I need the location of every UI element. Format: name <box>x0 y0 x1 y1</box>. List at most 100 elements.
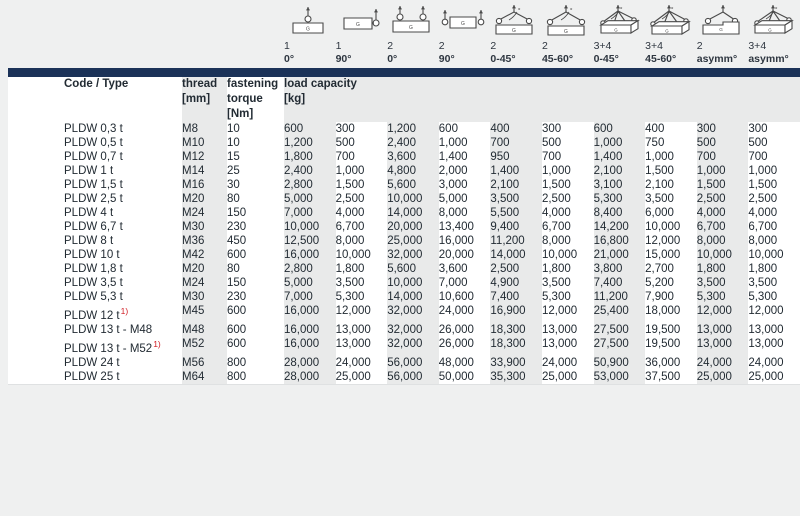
load-capacity-table: Code / Type thread [mm] fastening torque… <box>8 77 800 385</box>
cell-load-capacity-10: 10,000 <box>748 248 800 262</box>
cell-fastening-torque: 600 <box>227 323 284 337</box>
svg-text:G: G <box>356 22 360 28</box>
footnote-marker: 1) <box>121 306 129 316</box>
cell-load-capacity-7: 600 <box>594 122 646 136</box>
cell-load-capacity-5: 16,900 <box>490 304 542 323</box>
cell-load-capacity-5: 1,400 <box>490 164 542 178</box>
cell-load-capacity-2: 10,000 <box>336 248 388 262</box>
cell-fastening-torque: 800 <box>227 370 284 385</box>
cell-load-capacity-4: 3,600 <box>439 262 491 276</box>
cell-load-capacity-2: 8,000 <box>336 234 388 248</box>
code-type-label: PLDW 8 t <box>64 235 113 247</box>
cell-load-capacity-7: 2,100 <box>594 164 646 178</box>
cell-load-capacity-10: 8,000 <box>748 234 800 248</box>
cell-load-capacity-7: 3,800 <box>594 262 646 276</box>
pictogram-angle-label: 0-45° <box>490 53 515 66</box>
sling-1-leg-90deg-icon: G <box>336 4 384 38</box>
cell-load-capacity-8: 19,500 <box>645 323 697 337</box>
cell-load-capacity-3: 14,000 <box>387 206 439 220</box>
pictogram-column-9: G2asymm° <box>697 0 749 68</box>
cell-load-capacity-5: 18,300 <box>490 337 542 356</box>
cell-load-capacity-1: 5,000 <box>284 192 336 206</box>
code-type-label: PLDW 4 t <box>64 207 113 219</box>
cell-load-capacity-5: 3,500 <box>490 192 542 206</box>
pictogram-leg-count: 2 <box>697 40 703 53</box>
code-type-label: PLDW 3,5 t <box>64 277 123 289</box>
table-header: Code / Type thread [mm] fastening torque… <box>8 77 800 122</box>
cell-load-capacity-2: 25,000 <box>336 370 388 385</box>
cell-thread: M14 <box>182 164 227 178</box>
cell-load-capacity-2: 6,700 <box>336 220 388 234</box>
cell-load-capacity-6: 4,000 <box>542 206 594 220</box>
pictogram-angle-label: 45-60° <box>542 53 573 66</box>
cell-code-type: PLDW 0,7 t <box>8 150 182 164</box>
cell-load-capacity-10: 24,000 <box>748 356 800 370</box>
cell-load-capacity-6: 25,000 <box>542 370 594 385</box>
cell-load-capacity-9: 300 <box>697 122 749 136</box>
cell-load-capacity-10: 13,000 <box>748 323 800 337</box>
cell-load-capacity-1: 10,000 <box>284 220 336 234</box>
cell-thread: M56 <box>182 356 227 370</box>
cell-thread: M20 <box>182 192 227 206</box>
cell-load-capacity-7: 1,400 <box>594 150 646 164</box>
cell-load-capacity-3: 32,000 <box>387 304 439 323</box>
cell-fastening-torque: 80 <box>227 262 284 276</box>
cell-load-capacity-9: 500 <box>697 136 749 150</box>
sling-3-4-leg-0-45deg-icon: αG <box>594 4 642 38</box>
cell-load-capacity-6: 13,000 <box>542 323 594 337</box>
cell-thread: M30 <box>182 290 227 304</box>
cell-load-capacity-5: 5,500 <box>490 206 542 220</box>
code-type-label: PLDW 13 t - M52 <box>64 343 152 355</box>
cell-load-capacity-9: 10,000 <box>697 248 749 262</box>
svg-text:α: α <box>570 6 573 11</box>
code-type-label: PLDW 0,3 t <box>64 123 123 135</box>
cell-load-capacity-6: 2,500 <box>542 192 594 206</box>
torque-header-line3: [Nm] <box>227 108 253 120</box>
cell-load-capacity-6: 300 <box>542 122 594 136</box>
sling-2-leg-0-45deg-icon: αG <box>490 4 538 38</box>
cell-load-capacity-7: 27,500 <box>594 337 646 356</box>
thread-header-line2: [mm] <box>182 93 210 105</box>
cell-load-capacity-9: 2,500 <box>697 192 749 206</box>
cell-load-capacity-2: 24,000 <box>336 356 388 370</box>
cell-load-capacity-10: 500 <box>748 136 800 150</box>
cell-load-capacity-9: 13,000 <box>697 323 749 337</box>
table-row: PLDW 0,7 tM12151,8007003,6001,4009507001… <box>8 150 800 164</box>
cell-load-capacity-4: 16,000 <box>439 234 491 248</box>
cell-load-capacity-5: 18,300 <box>490 323 542 337</box>
svg-text:α: α <box>775 5 778 10</box>
cell-code-type: PLDW 3,5 t <box>8 276 182 290</box>
pictogram-angle-label: 90° <box>439 53 455 66</box>
cell-load-capacity-5: 7,400 <box>490 290 542 304</box>
cell-load-capacity-9: 13,000 <box>697 337 749 356</box>
cell-load-capacity-1: 12,500 <box>284 234 336 248</box>
cell-load-capacity-8: 1,000 <box>645 150 697 164</box>
cell-load-capacity-4: 26,000 <box>439 337 491 356</box>
cell-fastening-torque: 10 <box>227 122 284 136</box>
cell-load-capacity-6: 24,000 <box>542 356 594 370</box>
svg-text:G: G <box>665 28 669 33</box>
cell-load-capacity-1: 16,000 <box>284 248 336 262</box>
cell-load-capacity-10: 1,000 <box>748 164 800 178</box>
cell-thread: M20 <box>182 262 227 276</box>
pictogram-leg-count: 2 <box>387 40 393 53</box>
cell-thread: M24 <box>182 276 227 290</box>
cell-load-capacity-9: 4,000 <box>697 206 749 220</box>
cell-load-capacity-4: 50,000 <box>439 370 491 385</box>
cell-load-capacity-10: 25,000 <box>748 370 800 385</box>
cell-code-type: PLDW 12 t1) <box>8 304 182 323</box>
cell-thread: M8 <box>182 122 227 136</box>
table-row: PLDW 5,3 tM302307,0005,30014,00010,6007,… <box>8 290 800 304</box>
cell-load-capacity-8: 6,000 <box>645 206 697 220</box>
cell-load-capacity-10: 2,500 <box>748 192 800 206</box>
sling-3-4-leg-45-60deg-icon: αG <box>645 4 693 38</box>
cell-load-capacity-7: 16,800 <box>594 234 646 248</box>
cell-load-capacity-2: 5,300 <box>336 290 388 304</box>
cell-load-capacity-1: 2,800 <box>284 262 336 276</box>
cell-load-capacity-8: 36,000 <box>645 356 697 370</box>
cell-load-capacity-2: 1,000 <box>336 164 388 178</box>
sling-3-4-leg-asymmetric-icon: αG <box>748 4 796 38</box>
cell-thread: M45 <box>182 304 227 323</box>
cell-load-capacity-3: 20,000 <box>387 220 439 234</box>
cell-load-capacity-8: 15,000 <box>645 248 697 262</box>
